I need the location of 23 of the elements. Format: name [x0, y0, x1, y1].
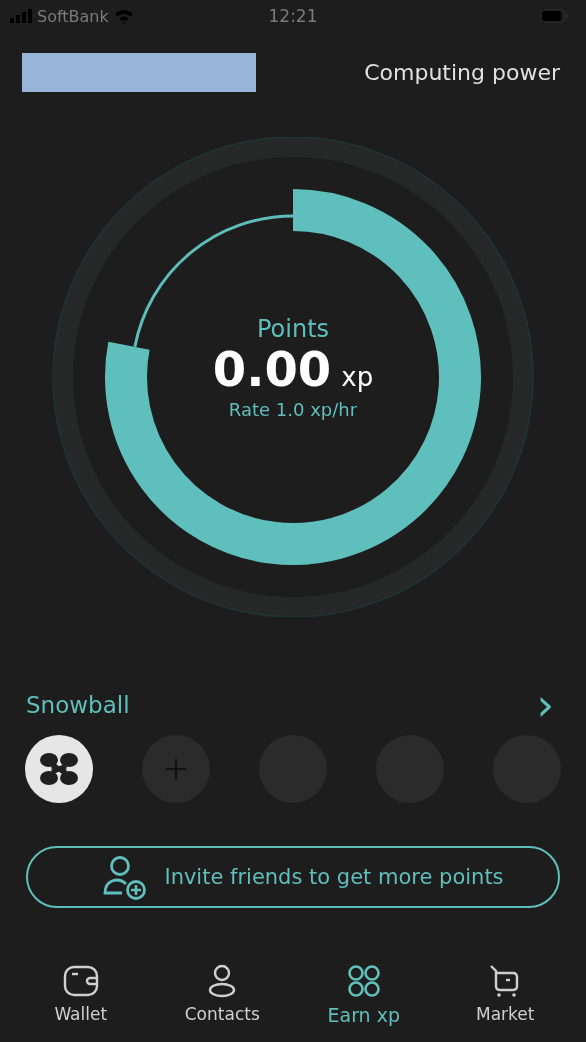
section-title: Snowball — [26, 692, 130, 718]
carrier-name: SoftBank — [37, 6, 109, 26]
page-title: Computing power — [364, 59, 560, 85]
circles-icon — [346, 964, 381, 998]
person-icon — [207, 964, 238, 998]
tab-item[interactable]: Earn xp — [303, 964, 424, 1026]
logo-icon — [38, 751, 80, 787]
tab-item[interactable]: Contacts — [162, 964, 283, 1026]
tab-item[interactable]: Wallet — [20, 964, 141, 1026]
plus-icon — [165, 758, 187, 780]
invite-button[interactable]: Invite friends to get more points — [26, 846, 560, 908]
signal-icon — [10, 9, 32, 23]
chevron-button[interactable]: › — [536, 685, 554, 725]
wifi-icon — [113, 8, 134, 24]
points-label: Points — [256, 315, 330, 343]
points-value: 0.00 — [212, 341, 332, 397]
add-person-icon — [102, 854, 149, 900]
rate-text: Rate 1.0 xp/hr — [228, 399, 358, 420]
wallet-icon — [62, 964, 99, 998]
points-unit: xp — [341, 362, 374, 392]
battery-icon — [540, 9, 568, 23]
clock-time: 12:21 — [267, 6, 319, 26]
tab-item[interactable]: Market — [445, 964, 566, 1026]
